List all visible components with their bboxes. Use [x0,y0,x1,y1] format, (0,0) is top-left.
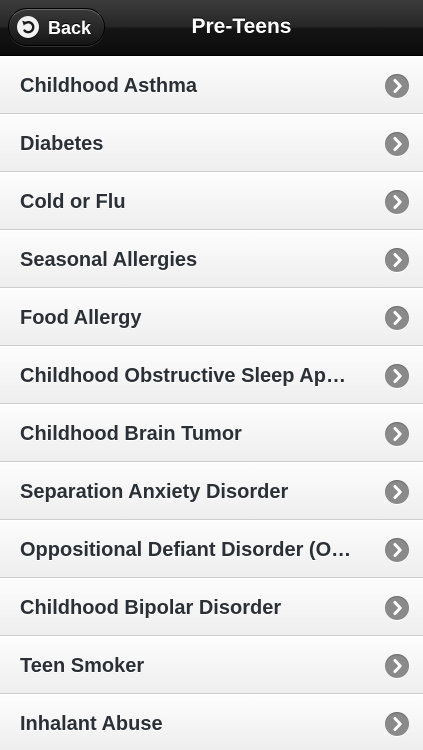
chevron-right-icon [385,654,409,678]
list-item[interactable]: Food Allergy [0,288,423,346]
topic-list: Childhood Asthma Diabetes Cold or Flu Seaso… [0,56,423,750]
list-item[interactable]: Childhood Asthma [0,56,423,114]
list-item-label: Childhood Brain Tumor [20,423,242,445]
list-item-label: Childhood Obstructive Sleep Ap… [20,365,346,387]
list-item-label: Childhood Bipolar Disorder [20,597,282,619]
list-item-label: Teen Smoker [20,655,145,677]
list-item[interactable]: Childhood Brain Tumor [0,404,423,462]
list-item[interactable]: Oppositional Defiant Disorder (O… [0,520,423,578]
chevron-right-icon [385,422,409,446]
list-item-label: Diabetes [20,133,104,155]
list-item-label: Seasonal Allergies [20,249,198,271]
list-item-label: Food Allergy [20,307,142,329]
list-item[interactable]: Separation Anxiety Disorder [0,462,423,520]
chevron-right-icon [385,712,409,736]
chevron-right-icon [385,480,409,504]
list-item[interactable]: Cold or Flu [0,172,423,230]
chevron-right-icon [385,538,409,562]
back-button-label: Back [48,18,92,38]
chevron-right-icon [385,132,409,156]
chevron-right-icon [385,190,409,214]
screen: Back Pre-Teens Childhood Asthma Diabetes C… [0,0,423,750]
chevron-right-icon [385,74,409,98]
list-item-label: Separation Anxiety Disorder [20,481,289,503]
list-item-label: Inhalant Abuse [20,713,163,735]
page-title: Pre-Teens [191,15,292,38]
list-item[interactable]: Inhalant Abuse [0,694,423,750]
list-item[interactable]: Seasonal Allergies [0,230,423,288]
list-item-label: Childhood Asthma [20,75,198,97]
list-item[interactable]: Diabetes [0,114,423,172]
back-button[interactable]: Back [8,8,105,46]
list-item-label: Oppositional Defiant Disorder (O… [20,539,352,561]
chevron-right-icon [385,306,409,330]
list-item[interactable]: Teen Smoker [0,636,423,694]
chevron-right-icon [385,364,409,388]
chevron-right-icon [385,596,409,620]
undo-arrow-icon [17,16,39,38]
chevron-right-icon [385,248,409,272]
navigation-bar: Back Pre-Teens [0,0,423,56]
list-item[interactable]: Childhood Obstructive Sleep Ap… [0,346,423,404]
list-item[interactable]: Childhood Bipolar Disorder [0,578,423,636]
list-item-label: Cold or Flu [20,191,126,213]
